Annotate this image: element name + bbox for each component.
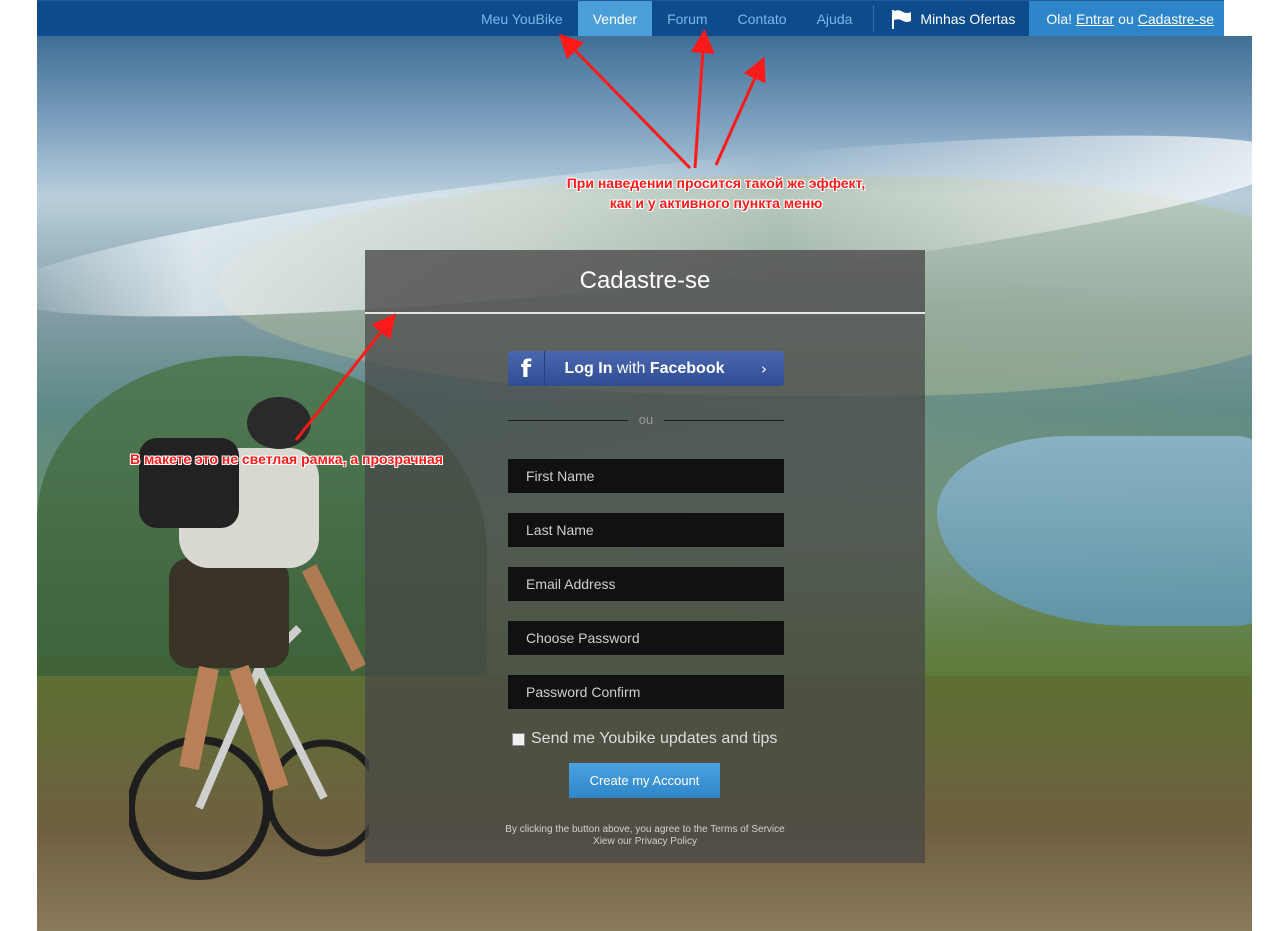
nav-menu: Meu YouBike Vender Forum Contato Ajuda M… — [466, 1, 1224, 36]
login-link[interactable]: Entrar — [1076, 11, 1114, 27]
nav-item-ajuda[interactable]: Ajuda — [802, 1, 868, 36]
newsletter-label: Send me Youbike updates and tips — [531, 730, 778, 747]
password-field[interactable] — [508, 621, 784, 655]
facebook-login-label: Log In with Facebook — [545, 360, 744, 378]
panel-title: Cadastre-se — [365, 250, 925, 314]
or-divider: ou — [508, 412, 784, 427]
nav-item-contato[interactable]: Contato — [723, 1, 802, 36]
flag-icon — [892, 9, 912, 29]
newsletter-checkbox[interactable] — [512, 732, 525, 746]
nav-item-vender[interactable]: Vender — [577, 1, 653, 36]
facebook-login-button[interactable]: f Log In with Facebook › — [508, 351, 784, 386]
signup-panel: Cadastre-se f Log In with Facebook › ou … — [365, 250, 925, 863]
auth-area: Ola! Entrar ou Cadastre-se — [1029, 1, 1224, 36]
my-offers-link[interactable]: Minhas Ofertas — [880, 1, 1029, 36]
hover-annotation-line2: как и у активного пункта меню — [609, 195, 823, 211]
background-sea — [937, 436, 1252, 626]
facebook-login-prefix: Log In — [564, 359, 613, 377]
nav-item-meu-youbike[interactable]: Meu YouBike — [466, 1, 578, 36]
newsletter-option: Send me Youbike updates and tips — [512, 730, 777, 748]
facebook-brand: Facebook — [649, 359, 725, 377]
create-account-button[interactable]: Create my Account — [569, 763, 720, 798]
email-field[interactable] — [508, 567, 784, 601]
greeting-text: Ola! — [1046, 10, 1073, 27]
hover-annotation-line1: При наведении просится такой же эффект, — [566, 175, 866, 191]
top-navigation-bar: Meu YouBike Vender Forum Contato Ajuda M… — [37, 0, 1224, 36]
auth-or-text: ou — [1118, 10, 1134, 27]
signup-link[interactable]: Cadastre-se — [1138, 11, 1214, 27]
nav-divider — [873, 5, 875, 32]
terms-line: By clicking the button above, you agree … — [505, 824, 785, 835]
facebook-icon: f — [508, 351, 545, 386]
nav-item-forum[interactable]: Forum — [652, 1, 722, 36]
border-annotation: В макете это не светлая рамка, а прозрач… — [130, 451, 443, 467]
privacy-line: Xiew our Privacy Policy — [593, 836, 697, 847]
facebook-login-middle: with — [612, 359, 650, 377]
password-confirm-field[interactable] — [508, 675, 784, 709]
my-offers-label: Minhas Ofertas — [920, 10, 1016, 27]
hover-annotation: При наведении просится такой же эффект, … — [541, 173, 891, 213]
terms-text: By clicking the button above, you agree … — [365, 824, 925, 848]
last-name-field[interactable] — [508, 513, 784, 547]
first-name-field[interactable] — [508, 459, 784, 493]
chevron-right-icon: › — [761, 359, 767, 378]
divider-line-right — [664, 420, 784, 421]
